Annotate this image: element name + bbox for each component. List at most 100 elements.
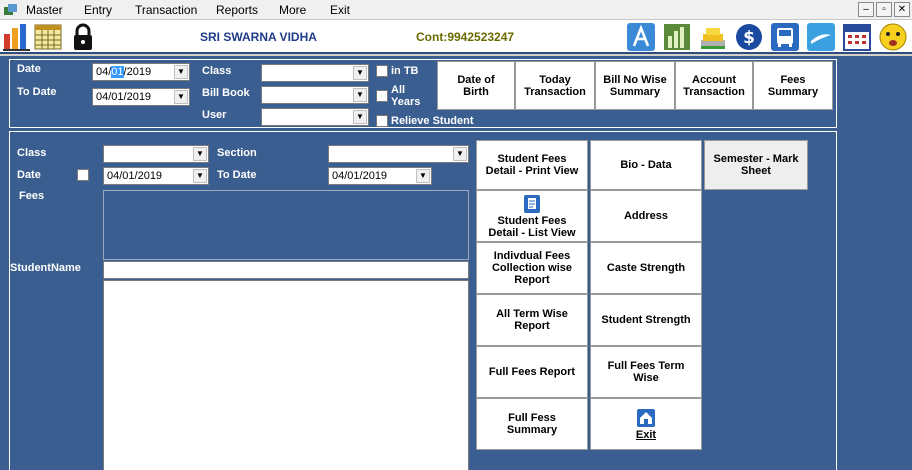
student-strength-button[interactable]: Student Strength — [590, 294, 702, 346]
button-label-line: Birth — [463, 85, 489, 98]
to-date-label: To Date — [17, 86, 57, 98]
all-years-checkbox[interactable] — [376, 90, 388, 102]
report-date-checkbox[interactable] — [77, 169, 89, 181]
menu-entry[interactable]: Entry — [84, 3, 112, 17]
date-picker[interactable]: 04/01/2019 ▼ — [92, 63, 190, 81]
top-filter-panel: Date 04/01/2019 ▼ To Date 04/01/2019 ▼ C… — [9, 59, 837, 128]
menu-reports[interactable]: Reports — [216, 3, 258, 17]
user-label: User — [202, 109, 227, 121]
menu-more[interactable]: More — [279, 3, 306, 17]
bus-icon[interactable] — [770, 22, 800, 52]
chart-report-icon[interactable] — [662, 22, 692, 52]
button-label-line: Exit — [635, 428, 657, 441]
chevron-down-icon[interactable]: ▼ — [353, 110, 367, 124]
calendar-grid-icon[interactable] — [33, 22, 63, 52]
button-label-line: Transaction — [683, 85, 745, 98]
smiley-icon[interactable] — [878, 22, 908, 52]
all-years-label-1: All — [391, 84, 406, 96]
dollar-icon[interactable]: $ — [734, 22, 764, 52]
chevron-down-icon[interactable]: ▼ — [174, 65, 188, 79]
bill-book-combo[interactable]: ▼ — [261, 86, 369, 104]
chevron-down-icon[interactable]: ▼ — [193, 169, 207, 183]
minimize-button[interactable]: – — [858, 2, 874, 17]
student-name-input[interactable] — [103, 261, 469, 279]
all-years-label-2: Years — [391, 96, 421, 108]
student-fees-print-view-button[interactable]: Student Fees Detail - Print View — [476, 140, 588, 190]
lock-icon[interactable] — [68, 22, 98, 52]
student-fees-list-view-button[interactable]: Student Fees Detail - List View — [476, 190, 588, 242]
chevron-down-icon[interactable]: ▼ — [353, 88, 367, 102]
bill-book-label: Bill Book — [202, 87, 250, 99]
relieve-student-label: Relieve Student — [391, 115, 474, 127]
contact-number: Cont:9942523247 — [416, 30, 515, 44]
school-name: SRI SWARNA VIDHA — [200, 30, 317, 44]
chevron-down-icon[interactable]: ▼ — [193, 147, 207, 161]
exit-button[interactable]: Exit — [590, 398, 702, 450]
toolbar: SRI SWARNA VIDHA Cont:9942523247 $ — [0, 20, 912, 54]
button-label-line: Indivdual Fees — [493, 250, 571, 262]
report-date-picker[interactable]: 04/01/2019 ▼ — [103, 167, 209, 185]
button-label-line: Full Fess — [508, 412, 556, 424]
fees-summary-button[interactable]: Fees Summary — [753, 61, 833, 110]
today-transaction-button[interactable]: Today Transaction — [515, 61, 595, 110]
close-button[interactable]: ✕ — [894, 2, 910, 17]
fees-list[interactable] — [103, 190, 469, 260]
cash-stack-icon[interactable] — [698, 22, 728, 52]
svg-text:$: $ — [743, 28, 755, 48]
report-to-date-picker-value: 04/01/2019 — [332, 170, 388, 182]
document-icon — [524, 194, 540, 213]
all-term-wise-report-button[interactable]: All Term Wise Report — [476, 294, 588, 346]
restore-button[interactable]: ▫ — [876, 2, 892, 17]
report-to-date-picker[interactable]: 04/01/2019 ▼ — [328, 167, 432, 185]
full-fees-report-button[interactable]: Full Fees Report — [476, 346, 588, 398]
report-date-label: Date — [17, 169, 41, 181]
report-class-combo[interactable]: ▼ — [103, 145, 209, 163]
button-label-line: Collection wise — [491, 262, 573, 274]
menu-transaction[interactable]: Transaction — [135, 3, 197, 17]
semester-mark-sheet-button[interactable]: Semester - Mark Sheet — [704, 140, 808, 190]
menu-exit[interactable]: Exit — [330, 3, 350, 17]
student-list[interactable] — [103, 280, 469, 470]
relieve-student-checkbox[interactable] — [376, 115, 388, 127]
button-label-line: Caste Strength — [606, 262, 686, 274]
date-label: Date — [17, 63, 41, 75]
caste-strength-button[interactable]: Caste Strength — [590, 242, 702, 294]
report-date-picker-value: 04/01/2019 — [107, 170, 163, 182]
button-label-line: Summary — [767, 85, 819, 98]
to-date-picker-value: 04/01/2019 — [96, 91, 152, 103]
button-label-line: Report — [514, 320, 550, 332]
button-label-line: Summary — [506, 424, 558, 436]
button-label-line: Detail - Print View — [485, 165, 579, 177]
button-label-line: Summary — [609, 85, 661, 98]
section-combo[interactable]: ▼ — [328, 145, 469, 163]
to-date-picker[interactable]: 04/01/2019 ▼ — [92, 88, 190, 106]
calendar-icon[interactable] — [842, 22, 872, 52]
button-label-line: Date of — [457, 73, 495, 86]
button-label-line: Semester - Mark — [713, 153, 799, 165]
bill-no-wise-summary-button[interactable]: Bill No Wise Summary — [595, 61, 675, 110]
account-transaction-button[interactable]: Account Transaction — [675, 61, 753, 110]
date-of-birth-button[interactable]: Date of Birth — [437, 61, 515, 110]
in-tb-checkbox[interactable] — [376, 65, 388, 77]
address-button[interactable]: Address — [590, 190, 702, 242]
chevron-down-icon[interactable]: ▼ — [416, 169, 430, 183]
app-a-icon[interactable] — [626, 22, 656, 52]
class-combo[interactable]: ▼ — [261, 64, 369, 82]
user-combo[interactable]: ▼ — [261, 108, 369, 126]
menu-bar: Master Entry Transaction Reports More Ex… — [0, 0, 912, 20]
bar-chart-icon[interactable] — [2, 22, 32, 52]
button-label-line: Student Fees — [497, 214, 567, 227]
button-label-line: All Term Wise — [496, 308, 568, 320]
main-area: Date 04/01/2019 ▼ To Date 04/01/2019 ▼ C… — [0, 56, 912, 470]
full-fees-term-wise-button[interactable]: Full Fees Term Wise — [590, 346, 702, 398]
chevron-down-icon[interactable]: ▼ — [174, 90, 188, 104]
mail-icon[interactable] — [806, 22, 836, 52]
button-label-line: Account — [692, 73, 736, 86]
full-fess-summary-button[interactable]: Full Fess Summary — [476, 398, 588, 450]
menu-master[interactable]: Master — [26, 3, 63, 17]
bio-data-button[interactable]: Bio - Data — [590, 140, 702, 190]
chevron-down-icon[interactable]: ▼ — [453, 147, 467, 161]
chevron-down-icon[interactable]: ▼ — [353, 66, 367, 80]
section-label: Section — [217, 147, 257, 159]
individual-fees-collection-report-button[interactable]: Indivdual Fees Collection wise Report — [476, 242, 588, 294]
